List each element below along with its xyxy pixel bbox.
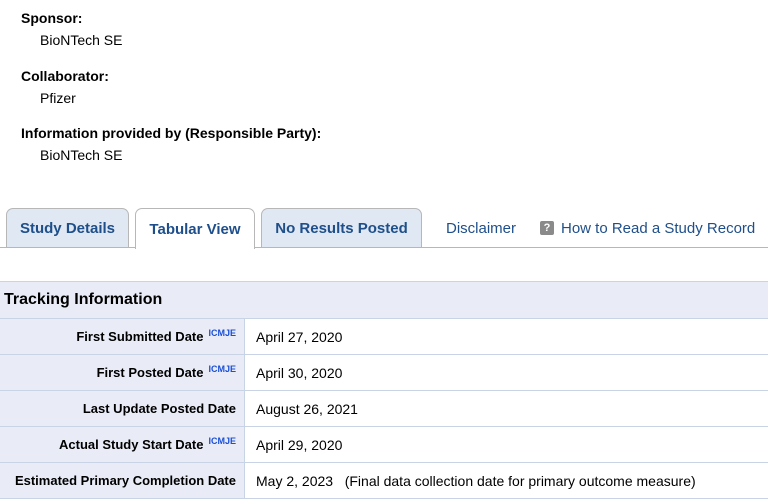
estimated-primary-completion-date-value: May 2, 2023 (Final data collection date … (256, 472, 696, 489)
sponsor-label: Sponsor: (21, 10, 83, 26)
icmje-link[interactable]: ICMJE (208, 328, 236, 338)
sponsor-section: Sponsor: BioNTech SE (21, 10, 122, 49)
tracking-information-header: Tracking Information (0, 282, 768, 319)
last-update-posted-date-label: Last Update Posted Date (82, 401, 236, 416)
help-icon: ? (540, 221, 554, 235)
row-label: First Submitted Date ICMJE (0, 319, 245, 354)
first-posted-date-label: First Posted Date (96, 365, 204, 380)
row-label: Estimated Primary Completion Date (0, 463, 245, 498)
table-row: Actual Study Start Date ICMJE April 29, … (0, 427, 768, 463)
responsible-party-value: BioNTech SE (40, 147, 123, 163)
tab-tabular-view[interactable]: Tabular View (135, 208, 255, 249)
actual-study-start-date-label: Actual Study Start Date (59, 437, 204, 452)
disclaimer-link[interactable]: Disclaimer (446, 208, 516, 248)
first-submitted-date-label: First Submitted Date (76, 329, 204, 344)
last-update-posted-date-value: August 26, 2021 (256, 400, 358, 417)
table-row: Estimated Primary Completion Date May 2,… (0, 463, 768, 499)
row-label: First Posted Date ICMJE (0, 355, 245, 390)
row-label: Last Update Posted Date (0, 391, 245, 426)
responsible-party-label: Information provided by (Responsible Par… (21, 125, 322, 141)
tab-no-results-posted[interactable]: No Results Posted (261, 208, 422, 248)
table-row: Last Update Posted Date August 26, 2021 (0, 391, 768, 427)
row-label: Actual Study Start Date ICMJE (0, 427, 245, 462)
sponsor-value: BioNTech SE (40, 32, 123, 48)
tab-study-details[interactable]: Study Details (6, 208, 129, 248)
collaborator-section: Collaborator: Pfizer (21, 68, 109, 107)
collaborator-value: Pfizer (40, 90, 76, 106)
first-posted-date-value: April 30, 2020 (256, 364, 343, 381)
table-row: First Posted Date ICMJE April 30, 2020 (0, 355, 768, 391)
first-submitted-date-value: April 27, 2020 (256, 328, 343, 345)
tabs-divider (0, 247, 768, 248)
actual-study-start-date-value: April 29, 2020 (256, 436, 343, 453)
how-to-read-label: How to Read a Study Record (561, 219, 756, 237)
how-to-read-link[interactable]: ? How to Read a Study Record (540, 208, 755, 248)
study-tabs: Study Details Tabular View No Results Po… (0, 208, 768, 249)
responsible-party-section: Information provided by (Responsible Par… (21, 125, 321, 164)
icmje-link[interactable]: ICMJE (208, 364, 236, 374)
table-row: First Submitted Date ICMJE April 27, 202… (0, 319, 768, 355)
estimated-primary-completion-date-label: Estimated Primary Completion Date (14, 473, 236, 488)
collaborator-label: Collaborator: (21, 68, 109, 84)
icmje-link[interactable]: ICMJE (208, 436, 236, 446)
